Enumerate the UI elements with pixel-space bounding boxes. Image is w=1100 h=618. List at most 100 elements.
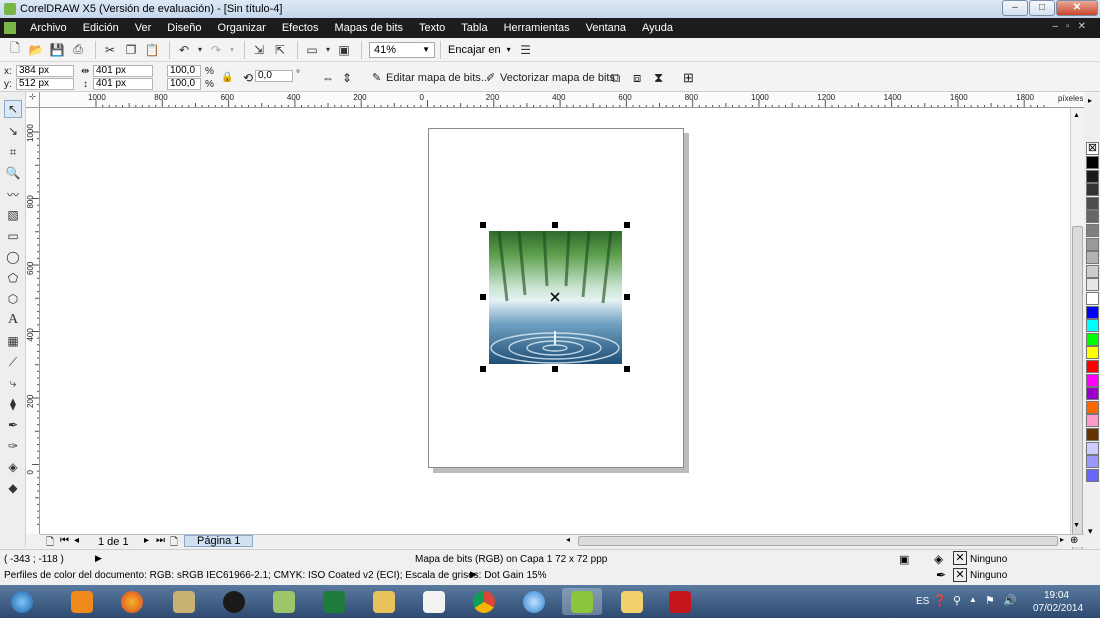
welcome-screen-icon[interactable]: ▣: [335, 41, 353, 59]
scroll-down-arrow-icon[interactable]: ▼: [1073, 522, 1080, 529]
taskbar-corel-photo-icon[interactable]: [612, 588, 652, 615]
zoom-level-select[interactable]: 41% ▼: [369, 41, 435, 58]
taskbar-acrobat-icon[interactable]: [660, 588, 700, 615]
color-swatch[interactable]: [1086, 455, 1099, 469]
mirror-vertical-icon[interactable]: ⇕: [342, 71, 352, 85]
color-swatch[interactable]: [1086, 264, 1099, 278]
volume-tray-icon[interactable]: 🔊: [1003, 594, 1017, 607]
maximize-button[interactable]: □: [1029, 0, 1055, 16]
snap-dropdown-icon[interactable]: ▾: [507, 45, 511, 54]
color-swatch[interactable]: [1086, 169, 1099, 183]
ellipse-tool-icon[interactable]: ◯: [4, 248, 22, 266]
tab-pagina-1[interactable]: Página 1: [184, 535, 254, 547]
zoom-tool-icon[interactable]: 🔍: [4, 164, 22, 182]
basic-shapes-tool-icon[interactable]: ⬡: [4, 290, 22, 308]
copy-icon[interactable]: ❐: [122, 41, 140, 59]
lock-ratio-icon[interactable]: 🔒: [221, 72, 233, 83]
color-swatch[interactable]: [1086, 441, 1099, 455]
options-icon[interactable]: ☰: [517, 41, 535, 59]
document-window-controls[interactable]: –▫✕: [1053, 21, 1095, 32]
crop-tool-icon[interactable]: ⌗: [4, 143, 22, 161]
new-file-icon[interactable]: 🗋: [6, 41, 24, 59]
width-field[interactable]: 401 px: [93, 65, 153, 77]
profiles-expand-icon[interactable]: ▶: [470, 569, 477, 580]
wrap-text-icon[interactable]: ⊞: [683, 70, 694, 86]
application-launcher-icon[interactable]: ▭: [303, 41, 321, 59]
next-page-icon[interactable]: ▸: [144, 535, 149, 546]
connector-tool-icon[interactable]: ⤷: [4, 374, 22, 392]
action-center-icon[interactable]: ⚑: [985, 594, 995, 607]
mirror-horizontal-icon[interactable]: ⇔: [322, 71, 334, 85]
taskbar-excel-icon[interactable]: [314, 588, 354, 615]
color-swatch[interactable]: [1086, 305, 1099, 319]
palette-scroll-up-icon[interactable]: ▸: [1088, 96, 1092, 105]
status-expand-icon[interactable]: ▶: [95, 553, 102, 564]
taskbar-globe-icon[interactable]: [514, 588, 554, 615]
menu-diseno[interactable]: Diseño: [159, 22, 209, 34]
polygon-tool-icon[interactable]: ⬠: [4, 269, 22, 287]
taskbar-explorer-icon[interactable]: [364, 588, 404, 615]
scale-y-field[interactable]: 100,0: [167, 78, 201, 90]
color-swatch[interactable]: [1086, 360, 1099, 373]
color-swatch[interactable]: [1086, 414, 1099, 428]
color-swatch[interactable]: [1086, 468, 1099, 482]
resize-handle-top-left[interactable]: [480, 222, 486, 228]
taskbar-chrome-icon[interactable]: [464, 588, 504, 615]
outline-tool-icon[interactable]: ✑: [4, 437, 22, 455]
color-proof-icon[interactable]: ▣: [899, 553, 909, 566]
taskbar-green-app-icon[interactable]: [264, 588, 304, 615]
blend-tool-icon[interactable]: ⧫: [4, 395, 22, 413]
minimize-button[interactable]: –: [1002, 0, 1028, 16]
color-swatch[interactable]: [1086, 332, 1099, 346]
menu-efectos[interactable]: Efectos: [274, 22, 327, 34]
pick-tool-icon[interactable]: ↖: [4, 100, 22, 118]
scroll-up-arrow-icon[interactable]: ▲: [1073, 112, 1080, 119]
menu-herramientas[interactable]: Herramientas: [496, 22, 578, 34]
undo-icon[interactable]: ↶: [175, 41, 193, 59]
scroll-right-arrow-icon[interactable]: ▸: [1060, 535, 1064, 544]
previous-page-icon[interactable]: ◂: [74, 535, 79, 546]
menu-ayuda[interactable]: Ayuda: [634, 22, 681, 34]
y-position-field[interactable]: 512 px: [16, 78, 74, 90]
redo-dropdown-icon[interactable]: ▾: [228, 41, 236, 59]
edit-bitmap-icon[interactable]: ✎: [372, 71, 381, 84]
taskbar-app-icon[interactable]: [164, 588, 204, 615]
network-tray-icon[interactable]: ⚲: [953, 594, 961, 607]
save-icon[interactable]: 💾: [48, 41, 66, 59]
fill-none-swatch[interactable]: ✕: [953, 551, 967, 565]
taskbar-coreldraw-icon[interactable]: [562, 588, 602, 615]
resize-handle-bottom[interactable]: [552, 366, 558, 372]
close-button[interactable]: ✕: [1056, 0, 1098, 16]
last-page-icon[interactable]: ⏭: [156, 535, 165, 546]
resize-handle-bottom-right[interactable]: [624, 366, 630, 372]
help-tray-icon[interactable]: ❓: [933, 594, 947, 607]
menu-texto[interactable]: Texto: [411, 22, 453, 34]
dimension-tool-icon[interactable]: ⟋: [4, 353, 22, 371]
menu-organizar[interactable]: Organizar: [210, 22, 274, 34]
taskbar-media-player-icon[interactable]: [62, 588, 102, 615]
color-swatch[interactable]: [1086, 387, 1099, 401]
export-icon[interactable]: ⇱: [271, 41, 289, 59]
color-swatch[interactable]: [1086, 196, 1099, 210]
scale-x-field[interactable]: 100,0: [167, 65, 201, 77]
redo-icon[interactable]: ↷: [207, 41, 225, 59]
palette-scroll-down-icon[interactable]: ▾: [1088, 526, 1093, 537]
menu-archivo[interactable]: Archivo: [22, 22, 75, 34]
rotation-field[interactable]: 0,0: [255, 70, 293, 82]
taskbar-calendar-icon[interactable]: [414, 588, 454, 615]
resize-handle-top[interactable]: [552, 222, 558, 228]
import-icon[interactable]: ⇲: [250, 41, 268, 59]
bitmap-color-mask-icon[interactable]: ⧗: [654, 70, 663, 86]
start-button[interactable]: [2, 588, 42, 615]
vectorize-bitmap-button[interactable]: Vectorizar mapa de bits: [500, 72, 615, 84]
horizontal-ruler[interactable]: 1000 800 600 400 200 0 200 400 600 800 1000 1200 140…: [40, 92, 1084, 108]
x-position-field[interactable]: 384 px: [16, 65, 74, 77]
color-swatch[interactable]: [1086, 319, 1099, 333]
navigator-zoom-icon[interactable]: ⊕: [1070, 535, 1078, 546]
table-tool-icon[interactable]: ▦: [4, 332, 22, 350]
resize-handle-bottom-left[interactable]: [480, 366, 486, 372]
snap-to-button[interactable]: Encajar en: [448, 44, 501, 56]
height-field[interactable]: 401 px: [93, 78, 153, 90]
color-swatch[interactable]: [1086, 210, 1099, 224]
edit-bitmap-button[interactable]: Editar mapa de bits...: [386, 72, 490, 84]
